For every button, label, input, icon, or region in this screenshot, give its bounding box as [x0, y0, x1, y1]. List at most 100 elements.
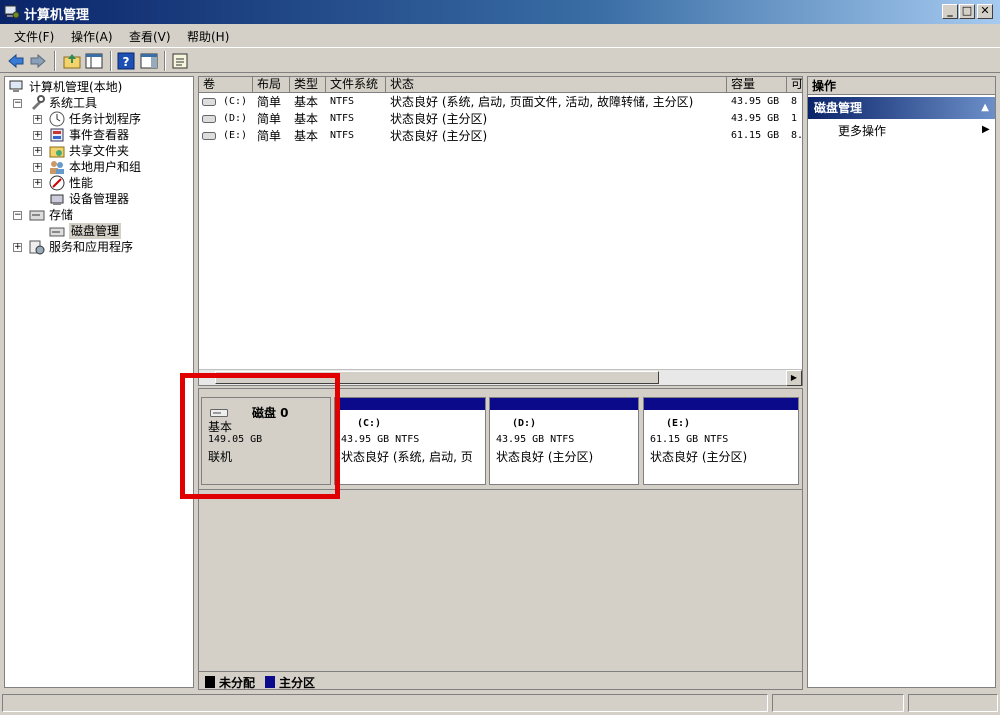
- cell-free: 8: [791, 96, 798, 107]
- expand-toggle[interactable]: +: [33, 131, 42, 140]
- more-actions-label: 更多操作: [838, 124, 887, 138]
- maximize-button[interactable]: □: [959, 4, 975, 19]
- forward-arrow-icon[interactable]: [28, 51, 48, 71]
- partition-d[interactable]: (D:) 43.95 GB NTFS 状态良好 (主分区): [489, 397, 639, 485]
- cell-layout: 简单: [257, 129, 282, 143]
- collapse-toggle[interactable]: −: [13, 211, 22, 220]
- toolbar: ?: [0, 47, 1000, 73]
- device-manager-icon: [50, 194, 64, 205]
- column-header-volume[interactable]: 卷: [199, 77, 253, 93]
- tree-item-label: 系统工具: [49, 96, 98, 110]
- partition-status: 状态良好 (主分区): [650, 450, 748, 464]
- disk-management-icon: [49, 227, 65, 237]
- partition-bar: [490, 398, 638, 410]
- toolbar-separator: [164, 51, 166, 71]
- status-bar: [0, 692, 1000, 715]
- disk-type: 基本: [208, 420, 233, 434]
- minimize-button[interactable]: _: [942, 4, 958, 19]
- tree-item-label: 设备管理器: [69, 192, 130, 206]
- legend-swatch-primary: [265, 676, 275, 688]
- partition-status: 状态良好 (系统, 启动, 页: [341, 450, 473, 464]
- back-arrow-icon[interactable]: [6, 51, 26, 71]
- actions-pane: 操作 磁盘管理 ▲ 更多操作 ▶: [807, 76, 996, 688]
- disk-info-box[interactable]: 磁盘 0 基本 149.05 GB 联机: [201, 397, 331, 485]
- disk-size: 149.05 GB: [208, 434, 263, 445]
- tree-item-label: 共享文件夹: [69, 144, 130, 158]
- svg-text:?: ?: [123, 55, 130, 69]
- partition-size: 61.15 GB NTFS: [650, 434, 729, 445]
- expand-toggle[interactable]: +: [33, 115, 42, 124]
- collapse-toggle[interactable]: −: [13, 99, 22, 108]
- menu-action[interactable]: 操作(A): [71, 28, 113, 45]
- toolbar-separator: [54, 51, 56, 71]
- collapse-up-icon[interactable]: ▲: [981, 97, 989, 119]
- show-hide-tree-icon[interactable]: [84, 51, 104, 71]
- scrollbar-thumb[interactable]: [215, 371, 659, 384]
- menu-help[interactable]: 帮助(H): [187, 28, 229, 45]
- menu-bar: 文件(F) 操作(A) 查看(V) 帮助(H): [0, 24, 1000, 46]
- cell-filesystem: NTFS: [330, 113, 355, 124]
- legend-label-primary: 主分区: [279, 676, 316, 690]
- performance-icon: [49, 175, 65, 191]
- partition-name: (C:): [357, 418, 382, 429]
- column-header-free[interactable]: 可: [787, 77, 803, 93]
- scroll-right-icon[interactable]: ▶: [786, 370, 802, 386]
- computer-icon: [9, 80, 23, 92]
- cell-status: 状态良好 (主分区): [390, 112, 488, 126]
- divider: [199, 489, 802, 490]
- tree-item-label: 本地用户和组: [69, 160, 142, 174]
- tree-item-label: 存储: [49, 208, 74, 222]
- console-tree: 计算机管理(本地) − 系统工具 + 任务计划程序 + 事件查看器 + 共享文件…: [4, 76, 194, 688]
- partition-bar: [335, 398, 485, 410]
- partition-bar: [644, 398, 798, 410]
- up-folder-icon[interactable]: [62, 51, 82, 71]
- status-cell: [772, 694, 904, 712]
- partition-status: 状态良好 (主分区): [496, 450, 594, 464]
- title-bar: 计算机管理 _ □ ✕: [0, 0, 1000, 24]
- drive-icon: [202, 98, 216, 106]
- tree-item-label: 服务和应用程序: [49, 240, 134, 254]
- column-header-capacity[interactable]: 容量: [727, 77, 787, 93]
- column-header-layout[interactable]: 布局: [253, 77, 290, 93]
- actions-group-disk-management[interactable]: 磁盘管理 ▲: [808, 97, 995, 119]
- shared-folder-icon: [49, 146, 65, 158]
- toolbar-separator: [110, 51, 112, 71]
- partition-name: (D:): [512, 418, 537, 429]
- legend-label-unallocated: 未分配: [219, 676, 256, 690]
- expand-toggle[interactable]: +: [13, 243, 22, 252]
- column-header-status[interactable]: 状态: [386, 77, 727, 93]
- tree-item-label: 事件查看器: [69, 128, 130, 142]
- disk-name: 磁盘 0: [252, 406, 289, 420]
- expand-toggle[interactable]: +: [33, 163, 42, 172]
- disk-icon: [210, 409, 228, 417]
- expand-toggle[interactable]: +: [33, 179, 42, 188]
- cell-capacity: 43.95 GB: [731, 96, 780, 107]
- legend-swatch-unallocated: [205, 676, 215, 688]
- horizontal-scrollbar[interactable]: ▶: [199, 369, 802, 386]
- disk-row: 磁盘 0 基本 149.05 GB 联机 (C:) 43.95 GB NTFS …: [201, 397, 799, 487]
- expand-toggle[interactable]: +: [33, 147, 42, 156]
- cell-capacity: 43.95 GB: [731, 113, 780, 124]
- column-header-filesystem[interactable]: 文件系统: [326, 77, 386, 93]
- partition-size: 43.95 GB NTFS: [341, 434, 420, 445]
- menu-view[interactable]: 查看(V): [129, 28, 171, 45]
- users-icon: [50, 161, 64, 174]
- more-actions-item[interactable]: 更多操作: [838, 123, 886, 139]
- actions-group-label: 磁盘管理: [814, 101, 863, 115]
- cell-volume: (E:): [223, 130, 248, 141]
- column-header-type[interactable]: 类型: [290, 77, 326, 93]
- cell-type: 基本: [294, 95, 319, 109]
- partition-e[interactable]: (E:) 61.15 GB NTFS 状态良好 (主分区): [643, 397, 799, 485]
- actions-header: 操作: [808, 77, 995, 95]
- partition-c[interactable]: (C:) 43.95 GB NTFS 状态良好 (系统, 启动, 页: [334, 397, 486, 485]
- tree-item-label: 任务计划程序: [69, 112, 142, 126]
- cell-type: 基本: [294, 112, 319, 126]
- cell-volume: (C:): [223, 96, 248, 107]
- window-title: 计算机管理: [24, 8, 90, 23]
- properties-icon[interactable]: [170, 51, 190, 71]
- close-button[interactable]: ✕: [977, 4, 993, 19]
- menu-file[interactable]: 文件(F): [14, 28, 54, 45]
- volume-list: 卷 布局 类型 文件系统 状态 容量 可 (C:) 简单 基本 NTFS 状态良…: [198, 76, 803, 386]
- help-icon[interactable]: ?: [116, 51, 136, 71]
- show-action-pane-icon[interactable]: [139, 51, 159, 71]
